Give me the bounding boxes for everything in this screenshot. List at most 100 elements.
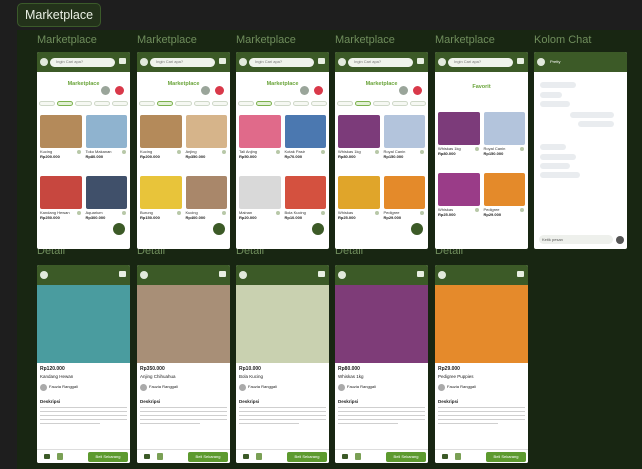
heart-icon[interactable] bbox=[176, 150, 181, 154]
filter-chip[interactable] bbox=[292, 101, 309, 106]
chat-seller-icon[interactable] bbox=[44, 454, 50, 459]
product-card[interactable]: Pedigree Rp29.000 bbox=[483, 173, 525, 223]
detail-screen[interactable]: Rp120.000 Kandang Hewan Fauzia Ranggali Des… bbox=[37, 265, 130, 463]
cart-icon[interactable] bbox=[157, 453, 163, 460]
filter-chip[interactable] bbox=[256, 101, 273, 106]
search-input[interactable]: Ingin Cari apa? bbox=[348, 58, 413, 67]
chat-screen[interactable]: Pretty Ketik pesan bbox=[534, 52, 627, 249]
heart-icon[interactable] bbox=[275, 150, 280, 154]
product-card[interactable]: Aquarium Rp300.000 bbox=[85, 176, 127, 226]
product-card[interactable]: Burung Rp150.000 bbox=[140, 176, 182, 226]
marketplace-screen[interactable]: Ingin Cari apa? Favorit Whiskas 1kg Rp80.00… bbox=[435, 52, 528, 249]
download-button[interactable] bbox=[312, 223, 324, 235]
chat-icon[interactable] bbox=[318, 58, 325, 64]
product-card[interactable]: Pedigree Rp29.000 bbox=[383, 176, 425, 226]
chat-icon[interactable] bbox=[219, 58, 226, 64]
category-icon[interactable] bbox=[300, 86, 309, 95]
favorite-icon[interactable] bbox=[413, 86, 422, 95]
product-card[interactable]: Kandang Hewan Rp250.000 bbox=[40, 176, 82, 226]
filter-chip[interactable] bbox=[193, 101, 210, 106]
page-title-badge[interactable]: Marketplace bbox=[17, 3, 102, 27]
heart-icon[interactable] bbox=[122, 211, 126, 215]
chat-icon[interactable] bbox=[417, 58, 424, 64]
heart-icon[interactable] bbox=[222, 150, 226, 154]
heart-icon[interactable] bbox=[520, 147, 524, 151]
heart-icon[interactable] bbox=[122, 150, 126, 154]
filter-chip[interactable] bbox=[157, 101, 174, 106]
heart-icon[interactable] bbox=[321, 150, 325, 154]
heart-icon[interactable] bbox=[321, 211, 325, 215]
filter-chip[interactable] bbox=[93, 101, 110, 106]
category-icon[interactable] bbox=[399, 86, 408, 95]
heart-icon[interactable] bbox=[222, 211, 226, 215]
filter-chips[interactable] bbox=[139, 101, 229, 106]
cart-icon[interactable] bbox=[355, 453, 361, 460]
filter-chip[interactable] bbox=[211, 101, 229, 106]
heart-icon[interactable] bbox=[76, 211, 81, 215]
heart-icon[interactable] bbox=[474, 208, 479, 212]
chat-icon[interactable] bbox=[417, 271, 424, 277]
filter-chip[interactable] bbox=[310, 101, 328, 106]
back-icon[interactable] bbox=[537, 58, 545, 66]
product-card[interactable]: Whiskas Rp25.000 bbox=[438, 173, 480, 223]
chat-icon[interactable] bbox=[517, 271, 524, 277]
favorite-icon[interactable] bbox=[314, 86, 323, 95]
cart-icon[interactable] bbox=[57, 453, 63, 460]
favorite-icon[interactable] bbox=[115, 86, 124, 95]
product-card[interactable]: Royal Canin Rp150.000 bbox=[483, 112, 525, 162]
filter-chips[interactable] bbox=[337, 101, 427, 106]
search-input[interactable]: Ingin Cari apa? bbox=[50, 58, 115, 67]
product-card[interactable]: Whiskas Rp25.000 bbox=[338, 176, 380, 226]
filter-chip[interactable] bbox=[409, 101, 427, 106]
filter-chip[interactable] bbox=[39, 101, 56, 106]
product-card[interactable]: Royal Canin Rp150.000 bbox=[383, 115, 425, 165]
filter-chip[interactable] bbox=[355, 101, 372, 106]
download-button[interactable] bbox=[213, 223, 225, 235]
filter-chips[interactable] bbox=[39, 101, 129, 106]
heart-icon[interactable] bbox=[374, 150, 379, 154]
heart-icon[interactable] bbox=[275, 211, 280, 215]
chat-icon[interactable] bbox=[318, 271, 325, 277]
filter-chip[interactable] bbox=[337, 101, 354, 106]
cart-icon[interactable] bbox=[256, 453, 262, 460]
favorite-icon[interactable] bbox=[215, 86, 224, 95]
search-input[interactable]: Ingin Cari apa? bbox=[448, 58, 513, 67]
marketplace-screen[interactable]: Ingin Cari apa? Marketplace Kucing Rp200.00… bbox=[137, 52, 230, 249]
menu-icon[interactable] bbox=[239, 58, 247, 66]
chat-icon[interactable] bbox=[219, 271, 226, 277]
filter-chip[interactable] bbox=[57, 101, 74, 106]
back-icon[interactable] bbox=[338, 271, 346, 279]
back-icon[interactable] bbox=[239, 271, 247, 279]
product-card[interactable]: Kucing Rp200.000 bbox=[140, 115, 182, 165]
chat-input[interactable]: Ketik pesan bbox=[539, 235, 613, 244]
heart-icon[interactable] bbox=[520, 208, 524, 212]
chat-icon[interactable] bbox=[119, 58, 126, 64]
download-button[interactable] bbox=[113, 223, 125, 235]
download-button[interactable] bbox=[411, 223, 423, 235]
product-card[interactable]: Anjing Rp350.000 bbox=[185, 115, 227, 165]
category-icon[interactable] bbox=[201, 86, 210, 95]
filter-chip[interactable] bbox=[139, 101, 156, 106]
product-card[interactable]: Toko Makanan Rp80.000 bbox=[85, 115, 127, 165]
send-icon[interactable] bbox=[616, 236, 624, 244]
buy-now-button[interactable]: Beli Sekarang bbox=[486, 452, 526, 462]
menu-icon[interactable] bbox=[438, 58, 446, 66]
chat-seller-icon[interactable] bbox=[243, 454, 249, 459]
search-input[interactable]: Ingin Cari apa? bbox=[249, 58, 314, 67]
chat-seller-icon[interactable] bbox=[144, 454, 150, 459]
buy-now-button[interactable]: Beli Sekarang bbox=[386, 452, 426, 462]
search-input[interactable]: Ingin Cari apa? bbox=[150, 58, 215, 67]
back-icon[interactable] bbox=[438, 271, 446, 279]
filter-chip[interactable] bbox=[111, 101, 129, 106]
filter-chip[interactable] bbox=[391, 101, 408, 106]
heart-icon[interactable] bbox=[420, 211, 424, 215]
filter-chip[interactable] bbox=[274, 101, 291, 106]
heart-icon[interactable] bbox=[76, 150, 81, 154]
marketplace-screen[interactable]: Ingin Cari apa? Marketplace Kucing Rp200.00… bbox=[37, 52, 130, 249]
filter-chip[interactable] bbox=[175, 101, 192, 106]
heart-icon[interactable] bbox=[420, 150, 424, 154]
heart-icon[interactable] bbox=[176, 211, 181, 215]
product-card[interactable]: Bola Kucing Rp10.000 bbox=[284, 176, 326, 226]
detail-screen[interactable]: Rp29.000 Pedigree Puppies Fauzia Ranggali D… bbox=[435, 265, 528, 463]
chat-icon[interactable] bbox=[119, 271, 126, 277]
